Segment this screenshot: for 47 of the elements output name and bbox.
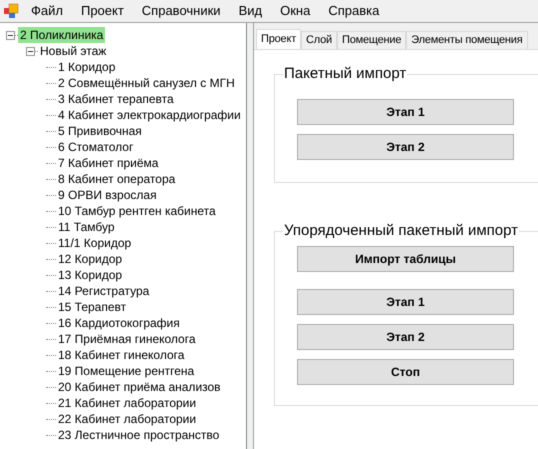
- tree-item[interactable]: 1 Коридор: [56, 59, 118, 75]
- action-button[interactable]: Этап 1: [297, 289, 514, 315]
- menu-item[interactable]: Справочники: [132, 1, 230, 21]
- tree-item[interactable]: 19 Помещение рентгена: [56, 363, 196, 379]
- tree-item[interactable]: 5 Прививочная: [56, 123, 144, 139]
- menu-item[interactable]: Справка: [319, 1, 388, 21]
- action-button[interactable]: Импорт таблицы: [297, 246, 514, 272]
- tree-item[interactable]: 16 Кардиотокография: [56, 315, 182, 331]
- group-title: Упорядоченный пакетный импорт: [283, 222, 519, 240]
- menu-item[interactable]: Проект: [72, 1, 133, 21]
- tree-item[interactable]: 8 Кабинет оператора: [56, 171, 178, 187]
- tree-item[interactable]: 14 Регистратура: [56, 283, 152, 299]
- action-button[interactable]: Стоп: [297, 359, 514, 385]
- tree-item[interactable]: 21 Кабинет лаборатории: [56, 395, 198, 411]
- tree-item[interactable]: 6 Стоматолог: [56, 139, 136, 155]
- tree-item[interactable]: 7 Кабинет приёма: [56, 155, 160, 171]
- tree-item[interactable]: 4 Кабинет электрокардиографии: [56, 107, 243, 123]
- tree-item[interactable]: 22 Кабинет лаборатории: [56, 411, 198, 427]
- tree-item[interactable]: 23 Лестничное пространство: [56, 427, 222, 443]
- tab[interactable]: Элементы помещения: [406, 31, 528, 49]
- tree-item[interactable]: 17 Приёмная гинеколога: [56, 331, 198, 347]
- tab[interactable]: Проект: [256, 29, 302, 49]
- action-button[interactable]: Этап 2: [297, 134, 514, 160]
- tree-item[interactable]: Новый этаж: [38, 43, 108, 59]
- collapse-icon[interactable]: [26, 46, 35, 56]
- tree-item[interactable]: 3 Кабинет терапевта: [56, 91, 176, 107]
- tab[interactable]: Слой: [301, 31, 337, 49]
- tree-item[interactable]: 10 Тамбур рентген кабинета: [56, 203, 218, 219]
- tree-item[interactable]: 18 Кабинет гинеколога: [56, 347, 186, 363]
- menu-item[interactable]: Окна: [271, 1, 320, 21]
- app-icon[interactable]: [3, 3, 19, 19]
- tree-item[interactable]: 9 ОРВИ взрослая: [56, 187, 159, 203]
- group-title: Пакетный импорт: [283, 65, 408, 83]
- tree-item[interactable]: 11/1 Коридор: [56, 235, 134, 251]
- tree-item[interactable]: 15 Терапевт: [56, 299, 128, 315]
- action-button[interactable]: Этап 2: [297, 324, 514, 350]
- tree-item[interactable]: 11 Тамбур: [56, 219, 117, 235]
- menu-item[interactable]: Файл: [22, 1, 72, 21]
- tree-item[interactable]: 2 Поликлиника: [18, 27, 106, 43]
- tree-item[interactable]: 12 Коридор: [56, 251, 124, 267]
- tab[interactable]: Помещение: [337, 31, 406, 49]
- menu-item[interactable]: Вид: [230, 1, 272, 21]
- action-button[interactable]: Этап 1: [297, 99, 514, 125]
- collapse-icon[interactable]: [6, 30, 15, 40]
- tree-item[interactable]: 13 Коридор: [56, 267, 124, 283]
- tree-item[interactable]: 2 Совмещённый санузел с МГН: [56, 75, 237, 91]
- tree-item[interactable]: 20 Кабинет приёма анализов: [56, 379, 223, 395]
